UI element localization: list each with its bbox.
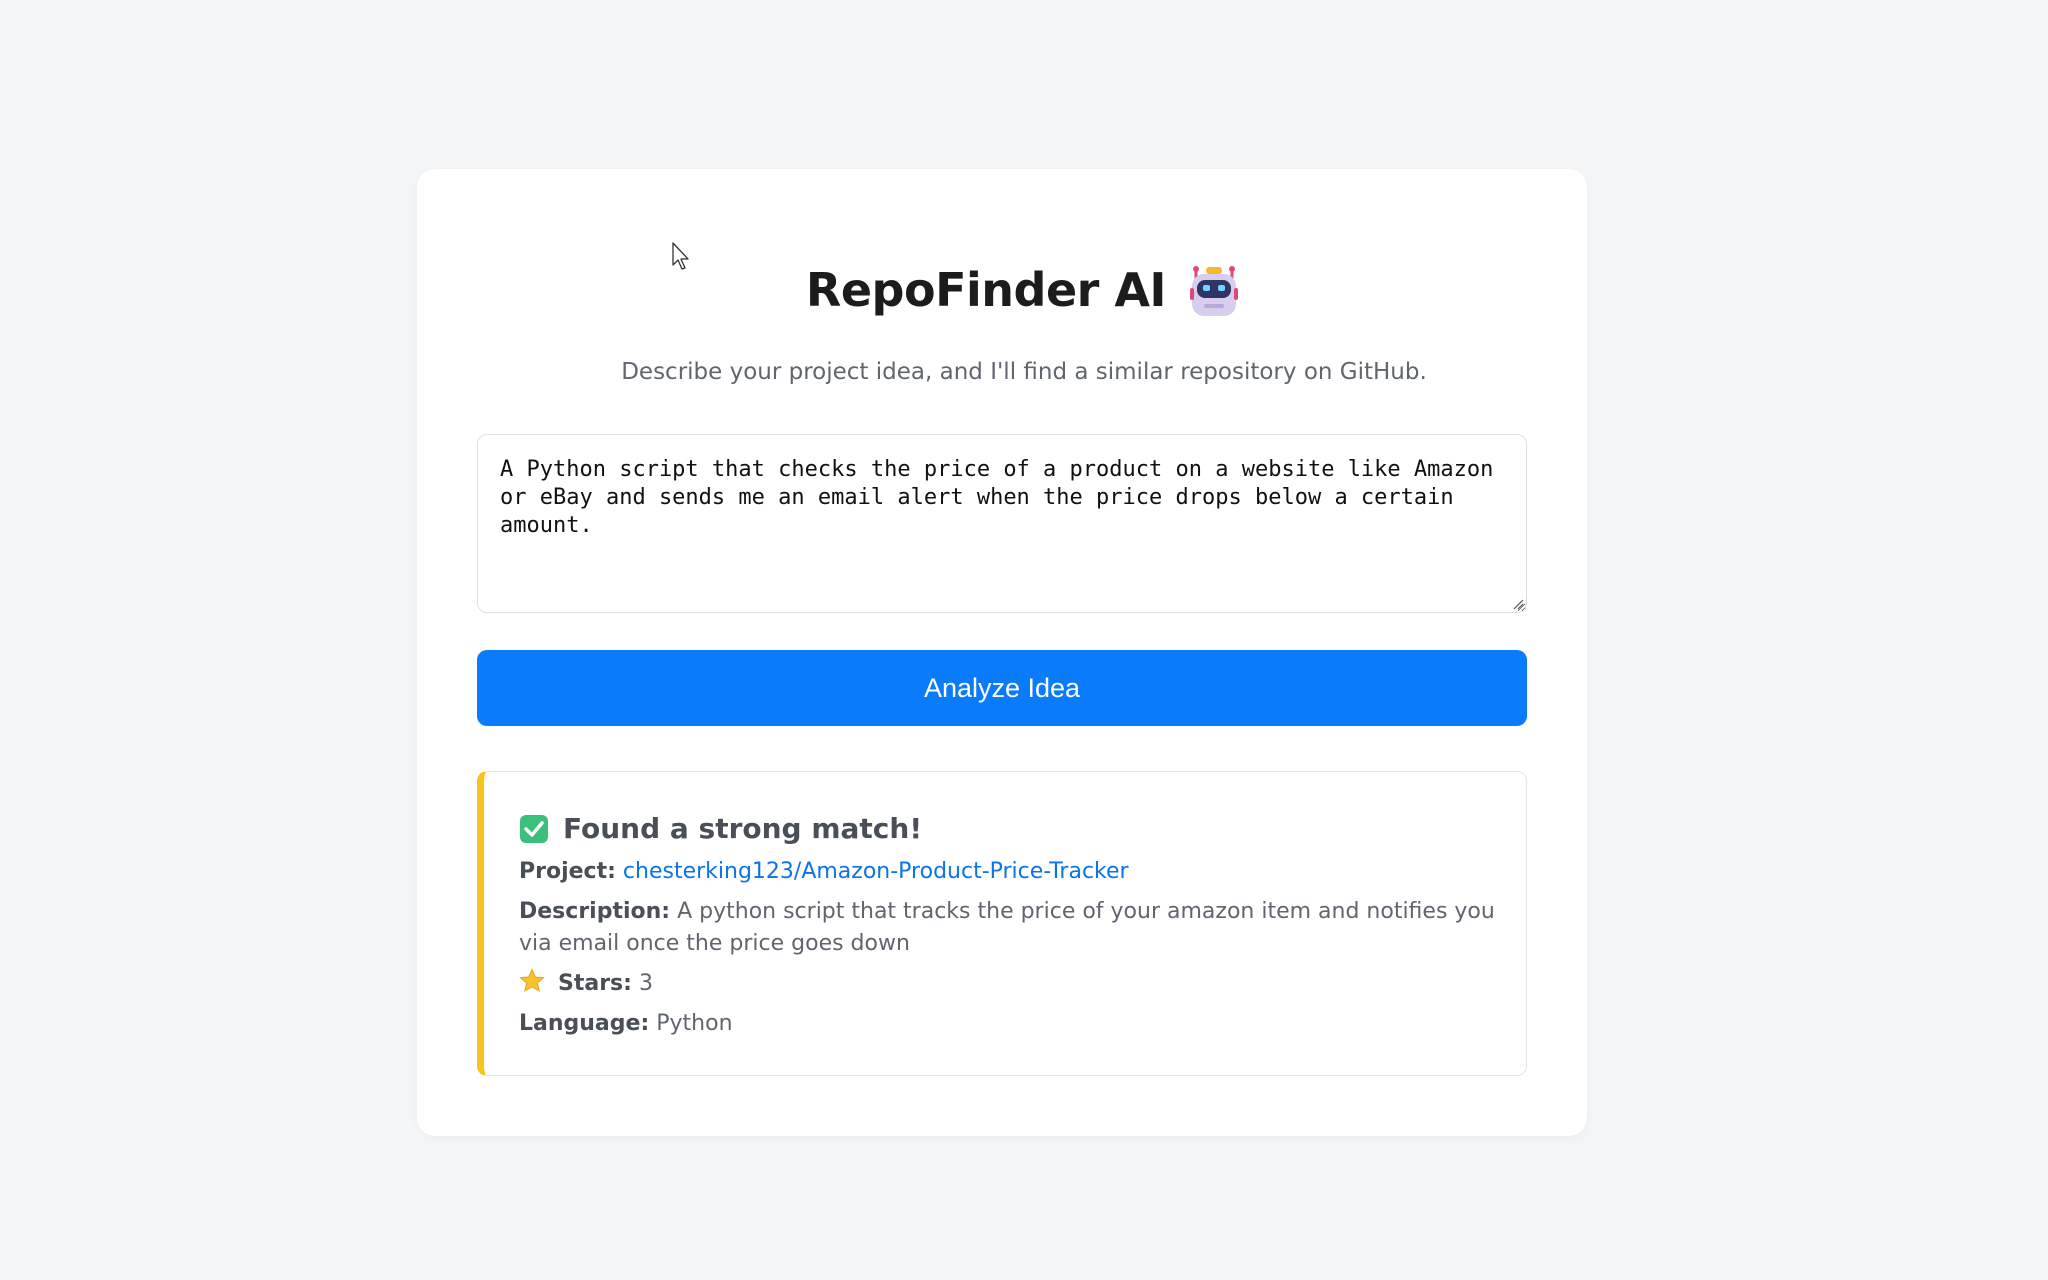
project-row: Project: chesterking123/Amazon-Product-P… xyxy=(519,856,1509,888)
header: RepoFinder AI xyxy=(0,262,2048,318)
stars-label: Stars: xyxy=(558,971,632,996)
resize-grip-icon[interactable] xyxy=(1512,598,1524,610)
language-label: Language: xyxy=(519,1011,650,1036)
description-row: Description: A python script that tracks… xyxy=(519,896,1509,960)
page-subtitle: Describe your project idea, and I'll fin… xyxy=(621,359,1427,385)
result-card: Found a strong match! Project: chesterki… xyxy=(477,771,1527,1076)
idea-input[interactable] xyxy=(477,434,1527,613)
language-value: Python xyxy=(656,1011,733,1036)
star-icon xyxy=(519,968,545,993)
stars-row: Stars: 3 xyxy=(519,968,1509,1000)
mouse-cursor-icon xyxy=(672,242,689,270)
language-row: Language: Python xyxy=(519,1008,1509,1040)
project-link[interactable]: chesterking123/Amazon-Product-Price-Trac… xyxy=(623,859,1129,884)
check-mark-icon xyxy=(520,814,548,843)
result-heading-text: Found a strong match! xyxy=(563,812,923,845)
robot-icon xyxy=(1190,266,1239,316)
analyze-idea-button[interactable]: Analyze Idea xyxy=(477,650,1527,726)
result-heading: Found a strong match! xyxy=(519,812,922,845)
description-label: Description: xyxy=(519,899,671,924)
stars-value: 3 xyxy=(638,971,653,996)
project-label: Project: xyxy=(519,859,616,884)
page-title: RepoFinder AI xyxy=(805,263,1167,317)
